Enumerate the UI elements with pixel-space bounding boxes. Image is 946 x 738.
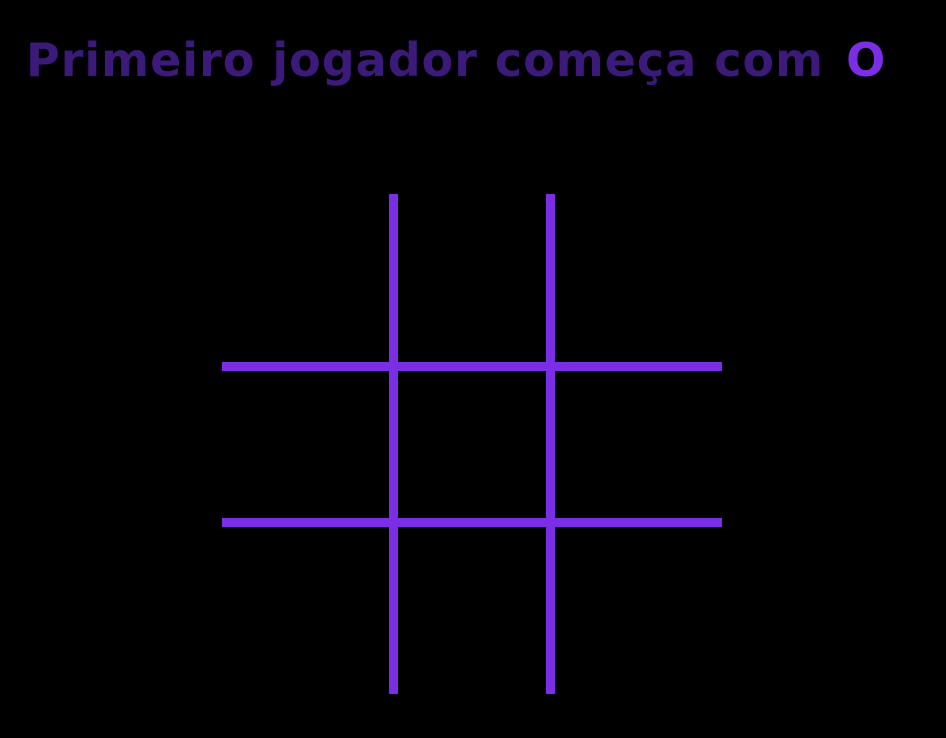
board-cell-6[interactable] bbox=[555, 371, 705, 521]
board-cell-2[interactable] bbox=[398, 194, 548, 344]
game-page: Primeiro jogador começa com O bbox=[0, 0, 946, 738]
grid-line-horizontal-1 bbox=[222, 362, 722, 371]
turn-header: Primeiro jogador começa com O bbox=[26, 30, 885, 90]
turn-title: Primeiro jogador começa com bbox=[26, 33, 825, 87]
board-cell-9[interactable] bbox=[555, 527, 705, 677]
board-cell-3[interactable] bbox=[555, 194, 705, 344]
board-cell-5[interactable] bbox=[398, 371, 548, 521]
tic-tac-toe-board bbox=[222, 194, 722, 694]
current-symbol: O bbox=[846, 33, 886, 87]
grid-line-vertical-2 bbox=[546, 194, 555, 694]
board-cell-4[interactable] bbox=[222, 371, 372, 521]
board-cell-7[interactable] bbox=[222, 527, 372, 677]
board-cell-1[interactable] bbox=[222, 194, 372, 344]
grid-line-vertical-1 bbox=[389, 194, 398, 694]
grid-line-horizontal-2 bbox=[222, 518, 722, 527]
board-cell-8[interactable] bbox=[398, 527, 548, 677]
